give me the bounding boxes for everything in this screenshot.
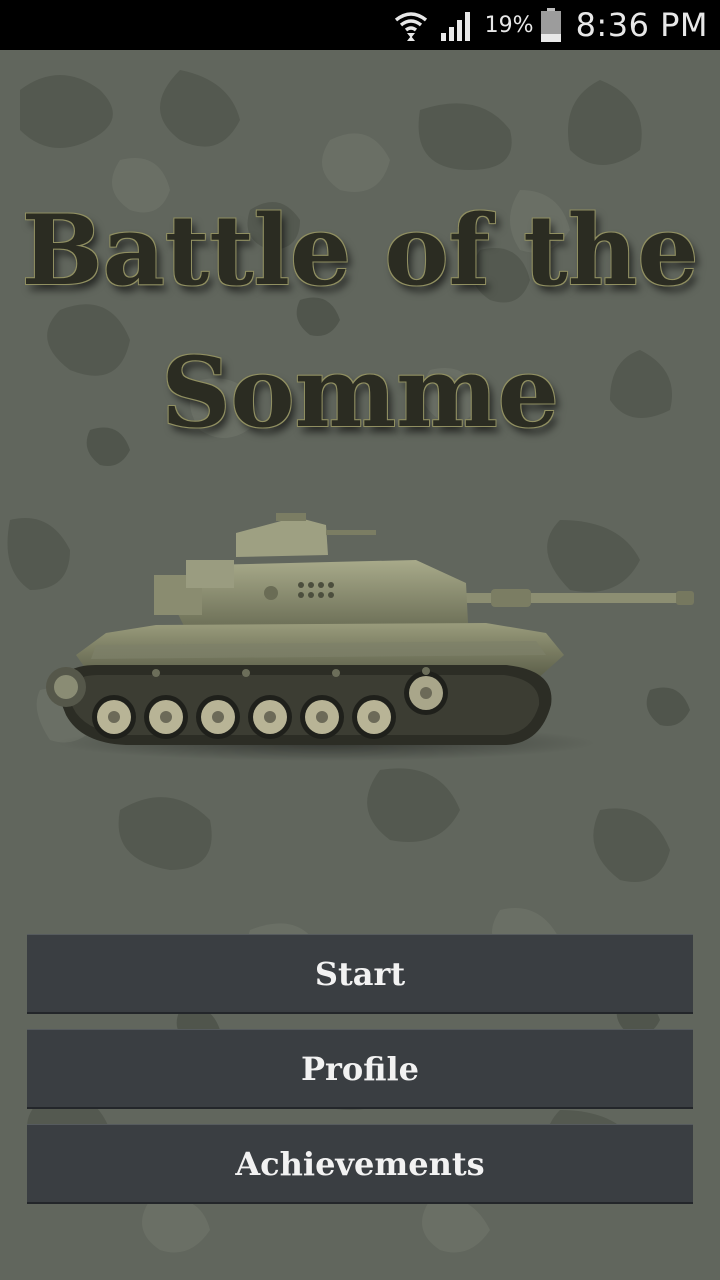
- game-title-line-1: Battle of the: [21, 194, 699, 307]
- wifi-icon: [394, 12, 427, 41]
- achievements-button[interactable]: Achievements: [27, 1124, 693, 1204]
- status-bar: 19% 8:36 PM: [0, 0, 720, 50]
- main-menu-screen: Battle of the Somme Start Profile Achiev…: [0, 50, 720, 1280]
- game-title-line-2: Somme: [161, 336, 559, 449]
- signal-icon: [440, 12, 470, 41]
- battery-percent: 19%: [484, 12, 534, 38]
- profile-button[interactable]: Profile: [27, 1029, 693, 1109]
- start-button[interactable]: Start: [27, 934, 693, 1014]
- status-clock: 8:36 PM: [575, 6, 708, 44]
- game-title: Battle of the Somme: [0, 180, 720, 464]
- main-menu: Start Profile Achievements: [27, 934, 693, 1219]
- battery-icon: [540, 8, 561, 42]
- app-root: 19% 8:36 PM Battle of the Somme Start Pr…: [0, 0, 720, 1280]
- tank-image: [46, 513, 694, 761]
